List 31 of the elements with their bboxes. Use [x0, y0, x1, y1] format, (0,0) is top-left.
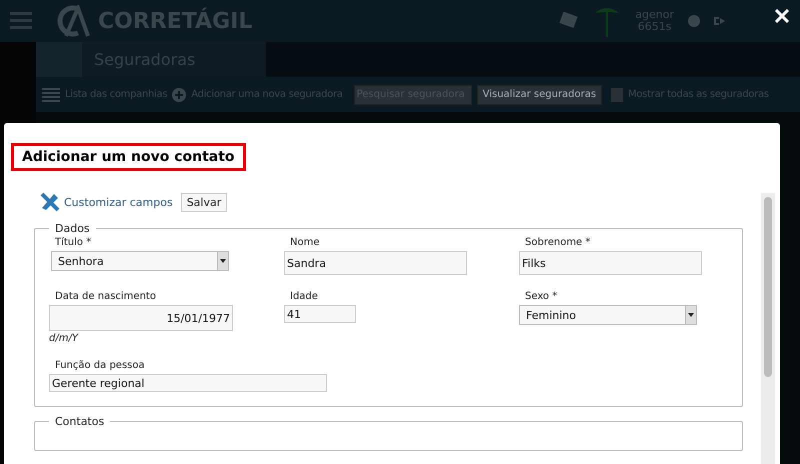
field-label: Título *	[55, 237, 92, 248]
date-field[interactable]: 15/01/1977	[49, 305, 233, 331]
close-icon[interactable]	[775, 9, 789, 23]
caret-icon	[685, 306, 696, 324]
caret-icon	[217, 252, 228, 270]
modal-title: Adicionar um novo contato	[11, 143, 246, 171]
checkbox[interactable]	[611, 88, 624, 102]
input-field[interactable]: Gerente regional	[49, 374, 327, 392]
field-label: Função da pessoa	[55, 360, 145, 371]
field-label: Nome	[290, 237, 320, 248]
save-button[interactable]: Salvar	[180, 192, 228, 212]
add-icon	[172, 88, 186, 102]
section-legend: Contatos	[49, 415, 110, 428]
field-label: Data de nascimento	[55, 291, 156, 302]
field-label: Sexo *	[525, 291, 558, 302]
input-field[interactable]: 41	[284, 305, 356, 323]
section-legend: Dados	[49, 222, 96, 235]
logout-icon[interactable]	[714, 15, 726, 27]
logo-icon	[56, 5, 92, 37]
customize-link[interactable]: Customizar campos	[64, 196, 173, 208]
list-icon	[42, 88, 60, 102]
date-format-hint: d/m/Y	[49, 333, 78, 344]
view-button[interactable]: Visualizar seguradoras	[476, 84, 602, 104]
input-field[interactable]: Sandra	[284, 251, 467, 275]
field-label: Sobrenome *	[525, 237, 590, 248]
input-field[interactable]: Filks	[519, 251, 702, 275]
select-field[interactable]: Senhora	[51, 251, 229, 271]
select-field[interactable]: Feminino	[519, 305, 697, 325]
menu-icon[interactable]	[10, 12, 32, 30]
scrollbar-thumb[interactable]	[764, 197, 772, 377]
field-label: Idade	[290, 291, 318, 302]
